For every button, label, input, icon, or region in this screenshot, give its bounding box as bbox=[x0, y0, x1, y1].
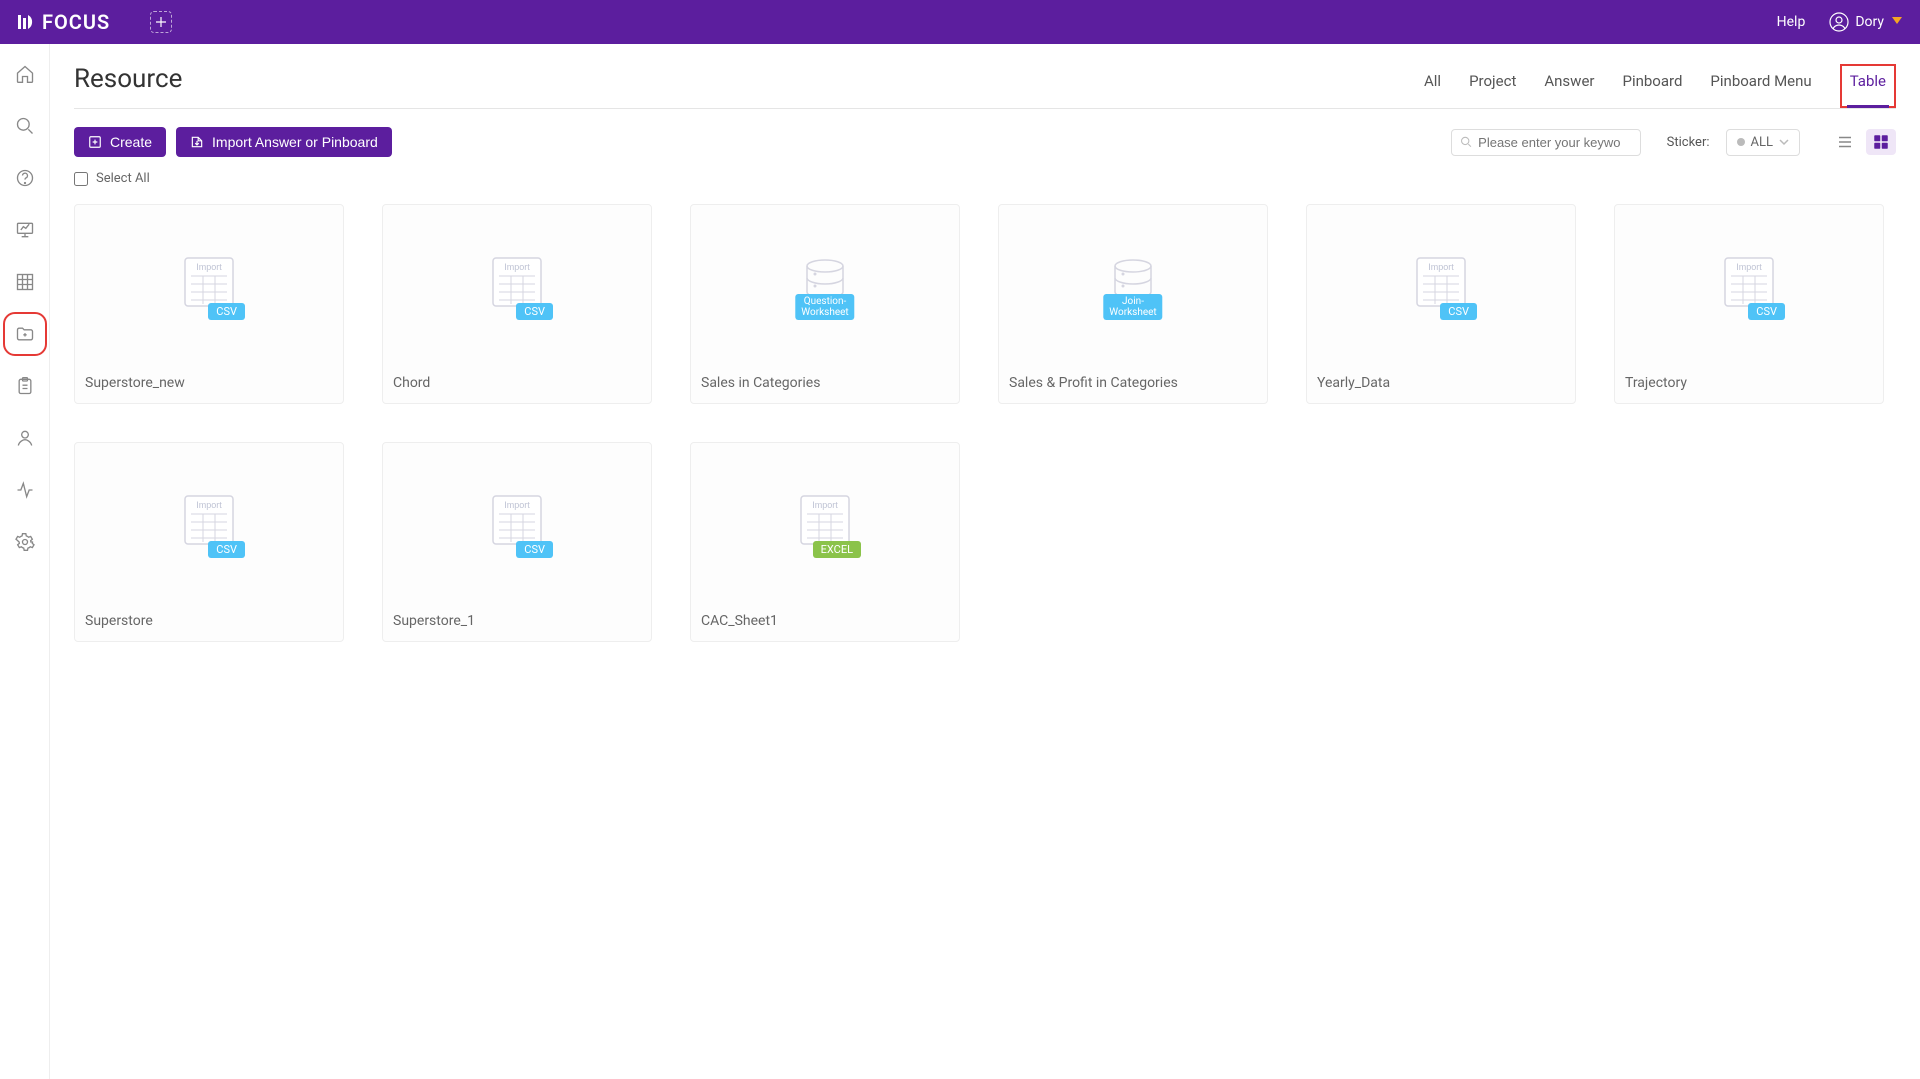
resource-card[interactable]: Import CSVYearly_Data bbox=[1306, 204, 1576, 404]
logo-text: FOCUS bbox=[42, 10, 110, 34]
resource-card[interactable]: Import CSVChord bbox=[382, 204, 652, 404]
tab-all[interactable]: All bbox=[1424, 64, 1441, 108]
grid-view-button[interactable] bbox=[1866, 129, 1896, 155]
resource-name: Superstore bbox=[75, 601, 343, 641]
search-icon bbox=[1460, 135, 1473, 149]
resource-thumbnail: Import CSV bbox=[383, 205, 651, 363]
sticker-value: ALL bbox=[1751, 135, 1773, 150]
create-button-label: Create bbox=[110, 134, 152, 150]
logo-icon bbox=[16, 12, 36, 32]
resource-name: Sales & Profit in Categories bbox=[999, 363, 1267, 403]
page-title: Resource bbox=[74, 64, 182, 108]
resource-card[interactable]: Join-WorksheetSales & Profit in Categori… bbox=[998, 204, 1268, 404]
tab-pinboard-menu[interactable]: Pinboard Menu bbox=[1710, 64, 1811, 108]
resource-name: Superstore_new bbox=[75, 363, 343, 403]
tab-table[interactable]: Table bbox=[1840, 64, 1896, 108]
left-sidebar bbox=[0, 44, 50, 1079]
resource-thumbnail: Import EXCEL bbox=[691, 443, 959, 601]
sidebar-home-icon[interactable] bbox=[13, 62, 37, 86]
resource-thumbnail: Import CSV bbox=[383, 443, 651, 601]
sidebar-clipboard-icon[interactable] bbox=[13, 374, 37, 398]
sticker-label: Sticker: bbox=[1667, 135, 1710, 150]
resource-card[interactable]: Import CSVSuperstore_new bbox=[74, 204, 344, 404]
help-link[interactable]: Help bbox=[1777, 14, 1806, 30]
sidebar-activity-icon[interactable] bbox=[13, 478, 37, 502]
sidebar-grid-icon[interactable] bbox=[13, 270, 37, 294]
chevron-down-icon bbox=[1779, 137, 1789, 147]
tab-project[interactable]: Project bbox=[1469, 64, 1516, 108]
resource-thumbnail: Import CSV bbox=[1307, 205, 1575, 363]
resource-thumbnail: Import CSV bbox=[75, 443, 343, 601]
resource-card[interactable]: Question-WorksheetSales in Categories bbox=[690, 204, 960, 404]
resource-name: Yearly_Data bbox=[1307, 363, 1575, 403]
logo[interactable]: FOCUS bbox=[16, 10, 110, 34]
sidebar-folder-icon[interactable] bbox=[13, 322, 37, 346]
top-header: FOCUS Help Dory bbox=[0, 0, 1920, 44]
resource-card[interactable]: Import EXCELCAC_Sheet1 bbox=[690, 442, 960, 642]
list-view-button[interactable] bbox=[1830, 129, 1860, 155]
user-badge-icon bbox=[1890, 13, 1904, 31]
main-content: Resource All Project Answer Pinboard Pinboar… bbox=[50, 44, 1920, 1079]
resource-card[interactable]: Import CSVTrajectory bbox=[1614, 204, 1884, 404]
select-all-row: Select All bbox=[74, 171, 1896, 186]
resource-thumbnail: Import CSV bbox=[75, 205, 343, 363]
resource-thumbnail: Join-Worksheet bbox=[999, 205, 1267, 363]
resource-name: CAC_Sheet1 bbox=[691, 601, 959, 641]
view-toggles bbox=[1830, 129, 1896, 155]
user-menu[interactable]: Dory bbox=[1829, 12, 1904, 32]
user-name: Dory bbox=[1855, 14, 1884, 30]
svg-text:Import: Import bbox=[1428, 262, 1454, 272]
user-avatar-icon bbox=[1829, 12, 1849, 32]
resource-name: Trajectory bbox=[1615, 363, 1883, 403]
tab-answer[interactable]: Answer bbox=[1544, 64, 1594, 108]
sidebar-help-icon[interactable] bbox=[13, 166, 37, 190]
svg-text:Import: Import bbox=[504, 500, 530, 510]
sticker-select[interactable]: ALL bbox=[1726, 129, 1800, 156]
import-button[interactable]: Import Answer or Pinboard bbox=[176, 127, 392, 157]
svg-text:Import: Import bbox=[196, 500, 222, 510]
add-tab-button[interactable] bbox=[150, 11, 172, 33]
page-head: Resource All Project Answer Pinboard Pinboar… bbox=[74, 64, 1896, 109]
toolbar: Create Import Answer or Pinboard Sticker… bbox=[74, 127, 1896, 157]
resource-card[interactable]: Import CSVSuperstore_1 bbox=[382, 442, 652, 642]
select-all-checkbox[interactable] bbox=[74, 172, 88, 186]
svg-text:Import: Import bbox=[196, 262, 222, 272]
select-all-label: Select All bbox=[96, 171, 150, 186]
tab-pinboard[interactable]: Pinboard bbox=[1622, 64, 1682, 108]
resource-name: Chord bbox=[383, 363, 651, 403]
resource-grid: Import CSVSuperstore_new Import CSVChord… bbox=[74, 204, 1896, 642]
svg-text:Import: Import bbox=[812, 500, 838, 510]
sidebar-settings-icon[interactable] bbox=[13, 530, 37, 554]
tabs: All Project Answer Pinboard Pinboard Menu Tab… bbox=[1424, 64, 1896, 108]
resource-thumbnail: Question-Worksheet bbox=[691, 205, 959, 363]
sidebar-user-icon[interactable] bbox=[13, 426, 37, 450]
create-button[interactable]: Create bbox=[74, 127, 166, 157]
svg-text:Import: Import bbox=[1736, 262, 1762, 272]
import-button-label: Import Answer or Pinboard bbox=[212, 134, 378, 150]
search-box[interactable] bbox=[1451, 129, 1641, 156]
resource-thumbnail: Import CSV bbox=[1615, 205, 1883, 363]
resource-card[interactable]: Import CSVSuperstore bbox=[74, 442, 344, 642]
resource-name: Superstore_1 bbox=[383, 601, 651, 641]
search-input[interactable] bbox=[1478, 135, 1632, 150]
sidebar-presentation-icon[interactable] bbox=[13, 218, 37, 242]
svg-text:Import: Import bbox=[504, 262, 530, 272]
resource-name: Sales in Categories bbox=[691, 363, 959, 403]
sticker-dot-icon bbox=[1737, 138, 1745, 146]
sidebar-search-icon[interactable] bbox=[13, 114, 37, 138]
